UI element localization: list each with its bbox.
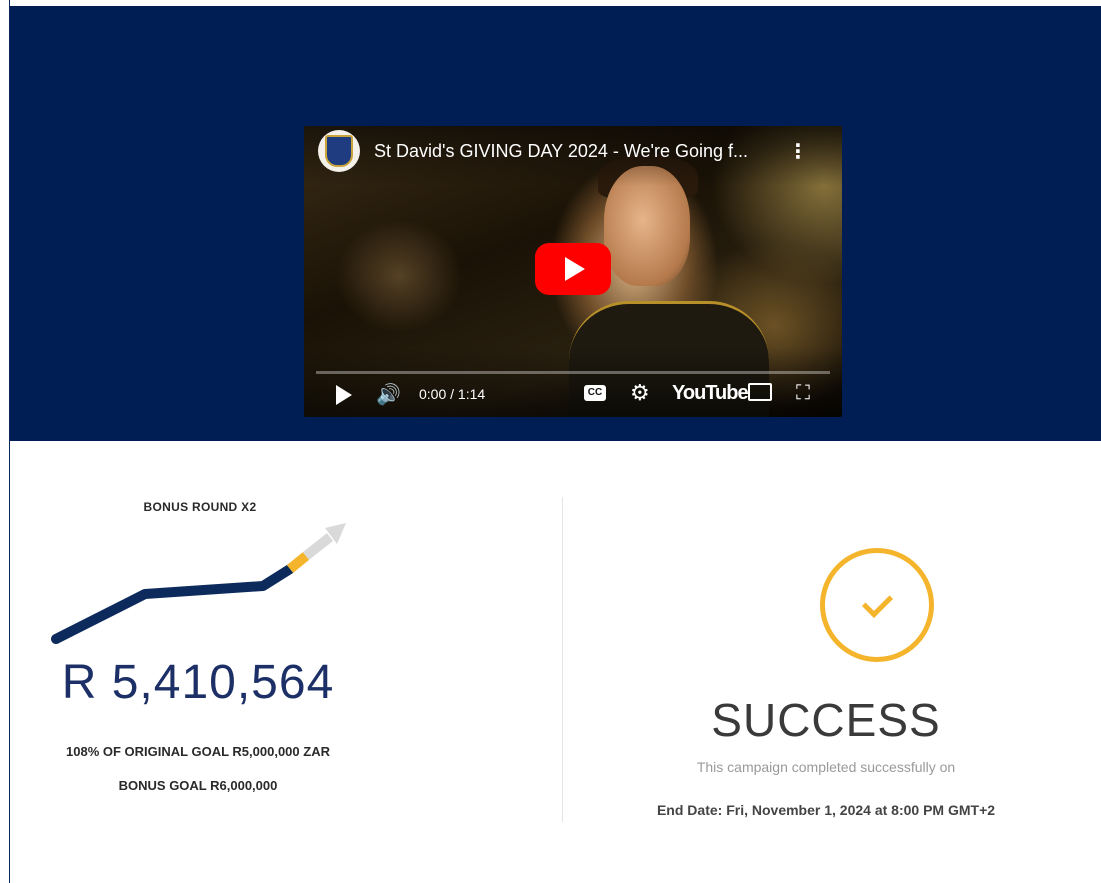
channel-avatar[interactable] [318,130,360,172]
trend-arrow-shaft [302,533,334,560]
completion-message: This campaign completed successfully on [696,759,956,775]
video-time: 0:00 / 1:14 [419,386,486,402]
bonus-round-label: BONUS ROUND X2 [143,500,257,514]
amount-raised: R 5,410,564 [61,656,335,709]
checkmark-icon [861,586,893,618]
video-controls: 🔊 0:00 / 1:14 CC ⚙ YouTube ⛶ [304,380,842,410]
success-check-icon [820,548,934,662]
settings-gear-icon[interactable]: ⚙ [630,380,650,406]
campaign-status-panel: SUCCESS This campaign completed successf… [563,441,1101,881]
captions-icon[interactable]: CC [584,385,606,401]
left-page-border [0,0,10,883]
trend-line-navy [51,564,295,644]
end-date-text: End Date: Fri, November 1, 2024 at 8:00 … [656,802,996,818]
progress-trend-graphic [51,523,346,644]
video-progress-bar[interactable] [316,371,830,374]
video-player[interactable]: St David's GIVING DAY 2024 - We're Going… [304,126,842,417]
trend-line-gold [286,552,310,573]
youtube-play-button[interactable] [535,243,611,295]
fundraising-progress-panel: BONUS ROUND X2 R 5,410,564 108% OF ORIGI… [10,441,562,881]
cast-icon[interactable] [748,383,772,401]
video-title[interactable]: St David's GIVING DAY 2024 - We're Going… [374,141,748,162]
success-title: SUCCESS [711,694,941,746]
hero-banner: St David's GIVING DAY 2024 - We're Going… [10,6,1101,441]
volume-icon[interactable]: 🔊 [376,382,401,407]
school-crest-icon [325,135,353,167]
more-vert-icon[interactable]: ⋮ [788,139,808,164]
youtube-logo[interactable]: YouTube [672,382,749,405]
bonus-goal-text: BONUS GOAL R6,000,000 [118,778,278,793]
fullscreen-icon[interactable]: ⛶ [796,382,810,405]
play-control-icon[interactable] [336,385,352,405]
original-goal-text: 108% OF ORIGINAL GOAL R5,000,000 ZAR [66,744,330,759]
play-icon [565,257,585,281]
